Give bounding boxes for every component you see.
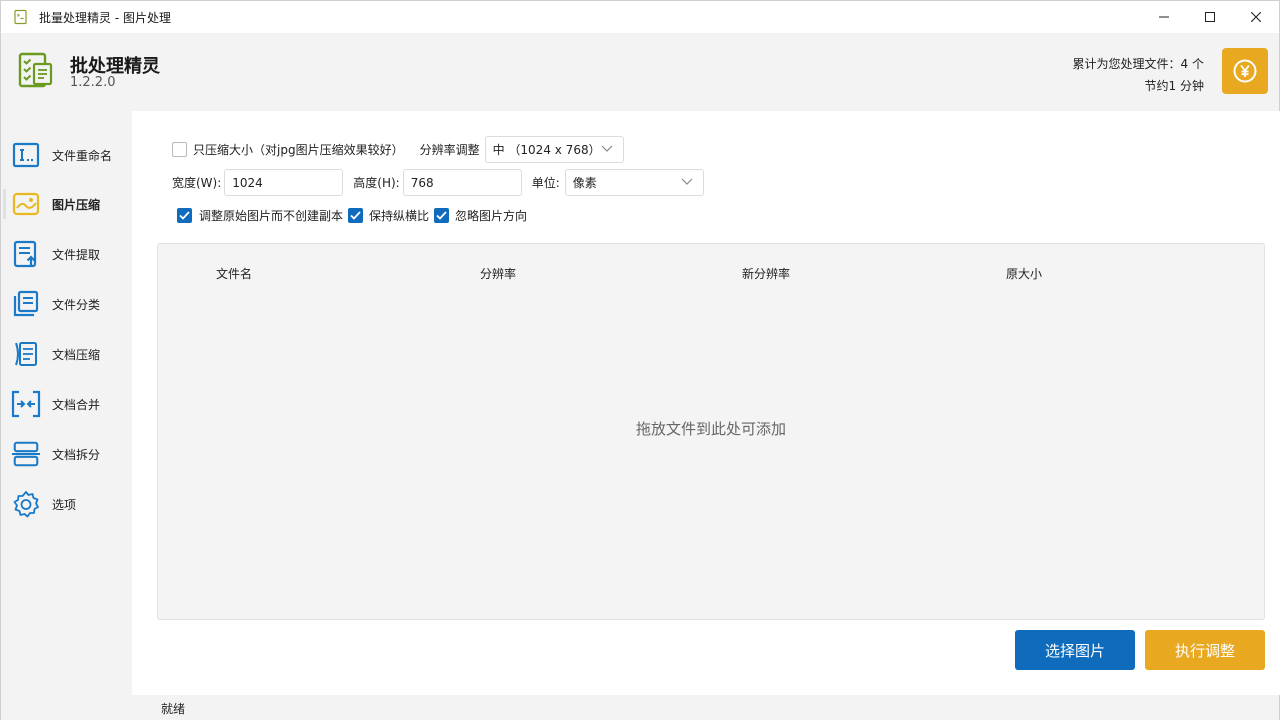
title-bar: 批量处理精灵 - 图片处理 bbox=[1, 1, 1279, 33]
sidebar-item-label: 图片压缩 bbox=[52, 197, 101, 212]
doc-split-icon bbox=[11, 439, 41, 469]
column-header-new-resolution[interactable]: 新分辨率 bbox=[742, 265, 790, 282]
height-input[interactable]: 768 bbox=[402, 169, 522, 196]
sidebar-item-doc-compress[interactable]: 文档压缩 bbox=[1, 329, 132, 379]
sidebar-item-label: 文件提取 bbox=[52, 247, 101, 262]
height-value: 768 bbox=[410, 175, 434, 190]
doc-compress-icon bbox=[11, 339, 41, 369]
checkmark-icon bbox=[436, 210, 447, 220]
stats-files-processed: 累计为您处理文件：4 个 bbox=[1072, 57, 1204, 71]
chevron-down-icon bbox=[681, 178, 693, 185]
column-header-resolution[interactable]: 分辨率 bbox=[480, 265, 516, 282]
column-header-filename[interactable]: 文件名 bbox=[216, 265, 252, 282]
checklist-logo-icon bbox=[18, 52, 53, 88]
app-header: 批处理精灵 1.2.2.0 累计为您处理文件：4 个 节约1 分钟 bbox=[1, 33, 1279, 111]
sidebar-item-options[interactable]: 选项 bbox=[1, 479, 132, 529]
resolution-label: 分辨率调整 bbox=[419, 143, 480, 157]
sidebar-item-label: 文档拆分 bbox=[52, 447, 101, 462]
status-text: 就绪 bbox=[161, 702, 186, 716]
sidebar-item-label: 选项 bbox=[52, 497, 77, 512]
checkmark-icon bbox=[179, 210, 190, 220]
compress-only-label: 只压缩大小（对jpg图片压缩效果较好） bbox=[193, 143, 404, 157]
file-list-dropzone[interactable]: 文件名 分辨率 新分辨率 原大小 拖放文件到此处可添加 bbox=[157, 243, 1265, 620]
gear-icon bbox=[11, 489, 41, 519]
image-compress-panel: 只压缩大小（对jpg图片压缩效果较好） 分辨率调整 中 （1024 x 768）… bbox=[132, 111, 1280, 695]
stats-time-saved: 节约1 分钟 bbox=[1144, 79, 1204, 93]
minimize-button[interactable] bbox=[1141, 1, 1187, 33]
sidebar-item-file-classify[interactable]: 文件分类 bbox=[1, 279, 132, 329]
width-value: 1024 bbox=[232, 175, 263, 190]
size-options-row: 宽度(W): 1024 高度(H): 768 单位: 像素 bbox=[172, 169, 704, 196]
image-compress-icon bbox=[11, 189, 41, 219]
usage-stats: 累计为您处理文件：4 个 节约1 分钟 bbox=[1073, 53, 1204, 97]
unit-label: 单位: bbox=[531, 176, 560, 190]
sidebar-item-doc-merge[interactable]: 文档合并 bbox=[1, 379, 132, 429]
app-icon bbox=[14, 9, 27, 25]
ignore-orientation-checkbox[interactable] bbox=[434, 207, 450, 223]
close-button[interactable] bbox=[1233, 1, 1279, 33]
app-version: 1.2.2.0 bbox=[70, 75, 116, 90]
close-icon bbox=[1251, 12, 1261, 22]
doc-merge-icon bbox=[11, 389, 41, 419]
compress-only-checkbox[interactable] bbox=[172, 142, 187, 157]
maximize-button[interactable] bbox=[1187, 1, 1233, 33]
file-classify-icon bbox=[11, 289, 41, 319]
keep-ratio-checkbox[interactable] bbox=[348, 207, 364, 223]
sidebar-item-doc-split[interactable]: 文档拆分 bbox=[1, 429, 132, 479]
keep-ratio-label: 保持纵横比 bbox=[369, 208, 430, 223]
app-window: 批量处理精灵 - 图片处理 批处理精灵 1.2.2.0 累计为您处理文件：4 个… bbox=[0, 0, 1280, 720]
column-header-original-size[interactable]: 原大小 bbox=[1006, 265, 1042, 282]
sidebar-item-label: 文档压缩 bbox=[52, 347, 101, 362]
compress-options-row: 只压缩大小（对jpg图片压缩效果较好） 分辨率调整 中 （1024 x 768） bbox=[172, 136, 624, 163]
width-label: 宽度(W): bbox=[172, 176, 222, 190]
file-extract-icon bbox=[11, 239, 41, 269]
sidebar-nav: 文件重命名 图片压缩 文件提取 文件分类 文档压缩 文档合并 文档拆分 选项 bbox=[1, 111, 132, 695]
window-title: 批量处理精灵 - 图片处理 bbox=[39, 10, 171, 25]
modify-original-checkbox[interactable] bbox=[177, 207, 192, 223]
window-controls bbox=[1141, 1, 1279, 33]
sidebar-item-label: 文档合并 bbox=[52, 397, 101, 412]
sidebar-item-file-extract[interactable]: 文件提取 bbox=[1, 229, 132, 279]
status-bar: 就绪 bbox=[1, 695, 1279, 720]
yen-coin-icon bbox=[1233, 59, 1257, 83]
ignore-orientation-label: 忽略图片方向 bbox=[455, 208, 528, 223]
run-adjust-button[interactable]: 执行调整 bbox=[1145, 630, 1265, 670]
rename-icon bbox=[11, 140, 41, 170]
unit-select[interactable]: 像素 bbox=[564, 169, 704, 196]
donate-button[interactable] bbox=[1222, 48, 1268, 94]
sidebar-item-image-compress[interactable]: 图片压缩 bbox=[1, 179, 132, 229]
width-input[interactable]: 1024 bbox=[224, 169, 344, 196]
sidebar-item-label: 文件重命名 bbox=[52, 148, 113, 163]
resolution-value: 中 （1024 x 768） bbox=[492, 143, 601, 157]
drop-hint: 拖放文件到此处可添加 bbox=[635, 420, 786, 438]
unit-value: 像素 bbox=[572, 176, 597, 190]
height-label: 高度(H): bbox=[353, 176, 400, 190]
sidebar-item-label: 文件分类 bbox=[52, 297, 101, 312]
maximize-icon bbox=[1205, 12, 1215, 22]
select-images-button[interactable]: 选择图片 bbox=[1015, 630, 1135, 670]
chevron-down-icon bbox=[601, 145, 613, 152]
minimize-icon bbox=[1159, 16, 1169, 18]
checkmark-icon bbox=[350, 210, 361, 220]
modify-original-label: 调整原始图片而不创建副本 bbox=[199, 208, 344, 223]
behavior-options-row: 调整原始图片而不创建副本 保持纵横比 忽略图片方向 bbox=[177, 207, 527, 223]
resolution-select[interactable]: 中 （1024 x 768） bbox=[484, 136, 624, 163]
sidebar-item-rename[interactable]: 文件重命名 bbox=[1, 130, 132, 180]
